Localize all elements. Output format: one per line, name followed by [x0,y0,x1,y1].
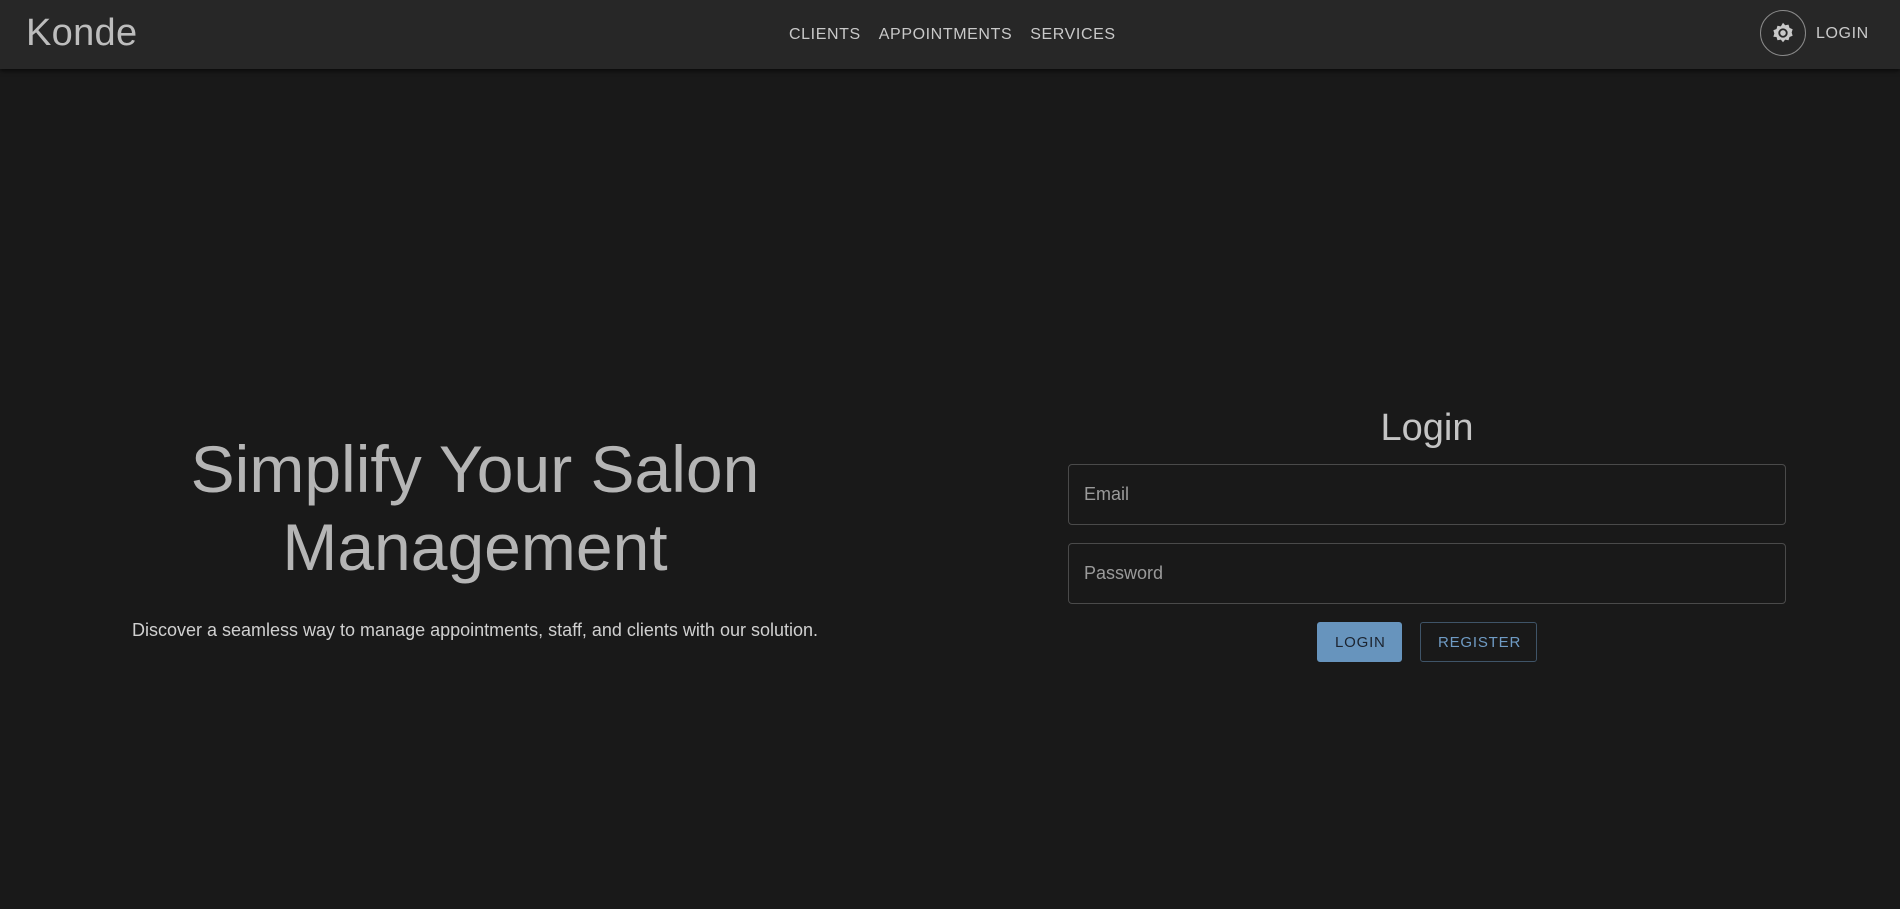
main-nav: CLIENTS APPOINTMENTS SERVICES [789,0,1134,69]
register-button[interactable]: REGISTER [1420,622,1537,662]
nav-services[interactable]: SERVICES [1030,26,1115,44]
hero-title: Simplify Your Salon Management [190,432,760,584]
login-button[interactable]: LOGIN [1317,622,1402,662]
gear-icon [1773,22,1793,43]
login-title: Login [1380,407,1474,449]
brand-logo[interactable]: Konde [26,12,137,55]
hero-subtitle: Discover a seamless way to manage appoin… [131,620,818,640]
theme-toggle-button[interactable] [1760,10,1806,56]
login-form: Login LOGIN REGISTER [1068,404,1786,662]
password-field[interactable] [1068,543,1786,604]
header-login-link[interactable]: LOGIN [1816,25,1869,43]
nav-clients[interactable]: CLIENTS [789,26,861,44]
email-field[interactable] [1068,464,1786,525]
hero-section: Simplify Your Salon Management Discover … [80,430,870,641]
form-actions: LOGIN REGISTER [1068,622,1786,662]
nav-appointments[interactable]: APPOINTMENTS [879,26,1012,44]
top-app-bar: Konde CLIENTS APPOINTMENTS SERVICES LOGI… [0,0,1900,69]
